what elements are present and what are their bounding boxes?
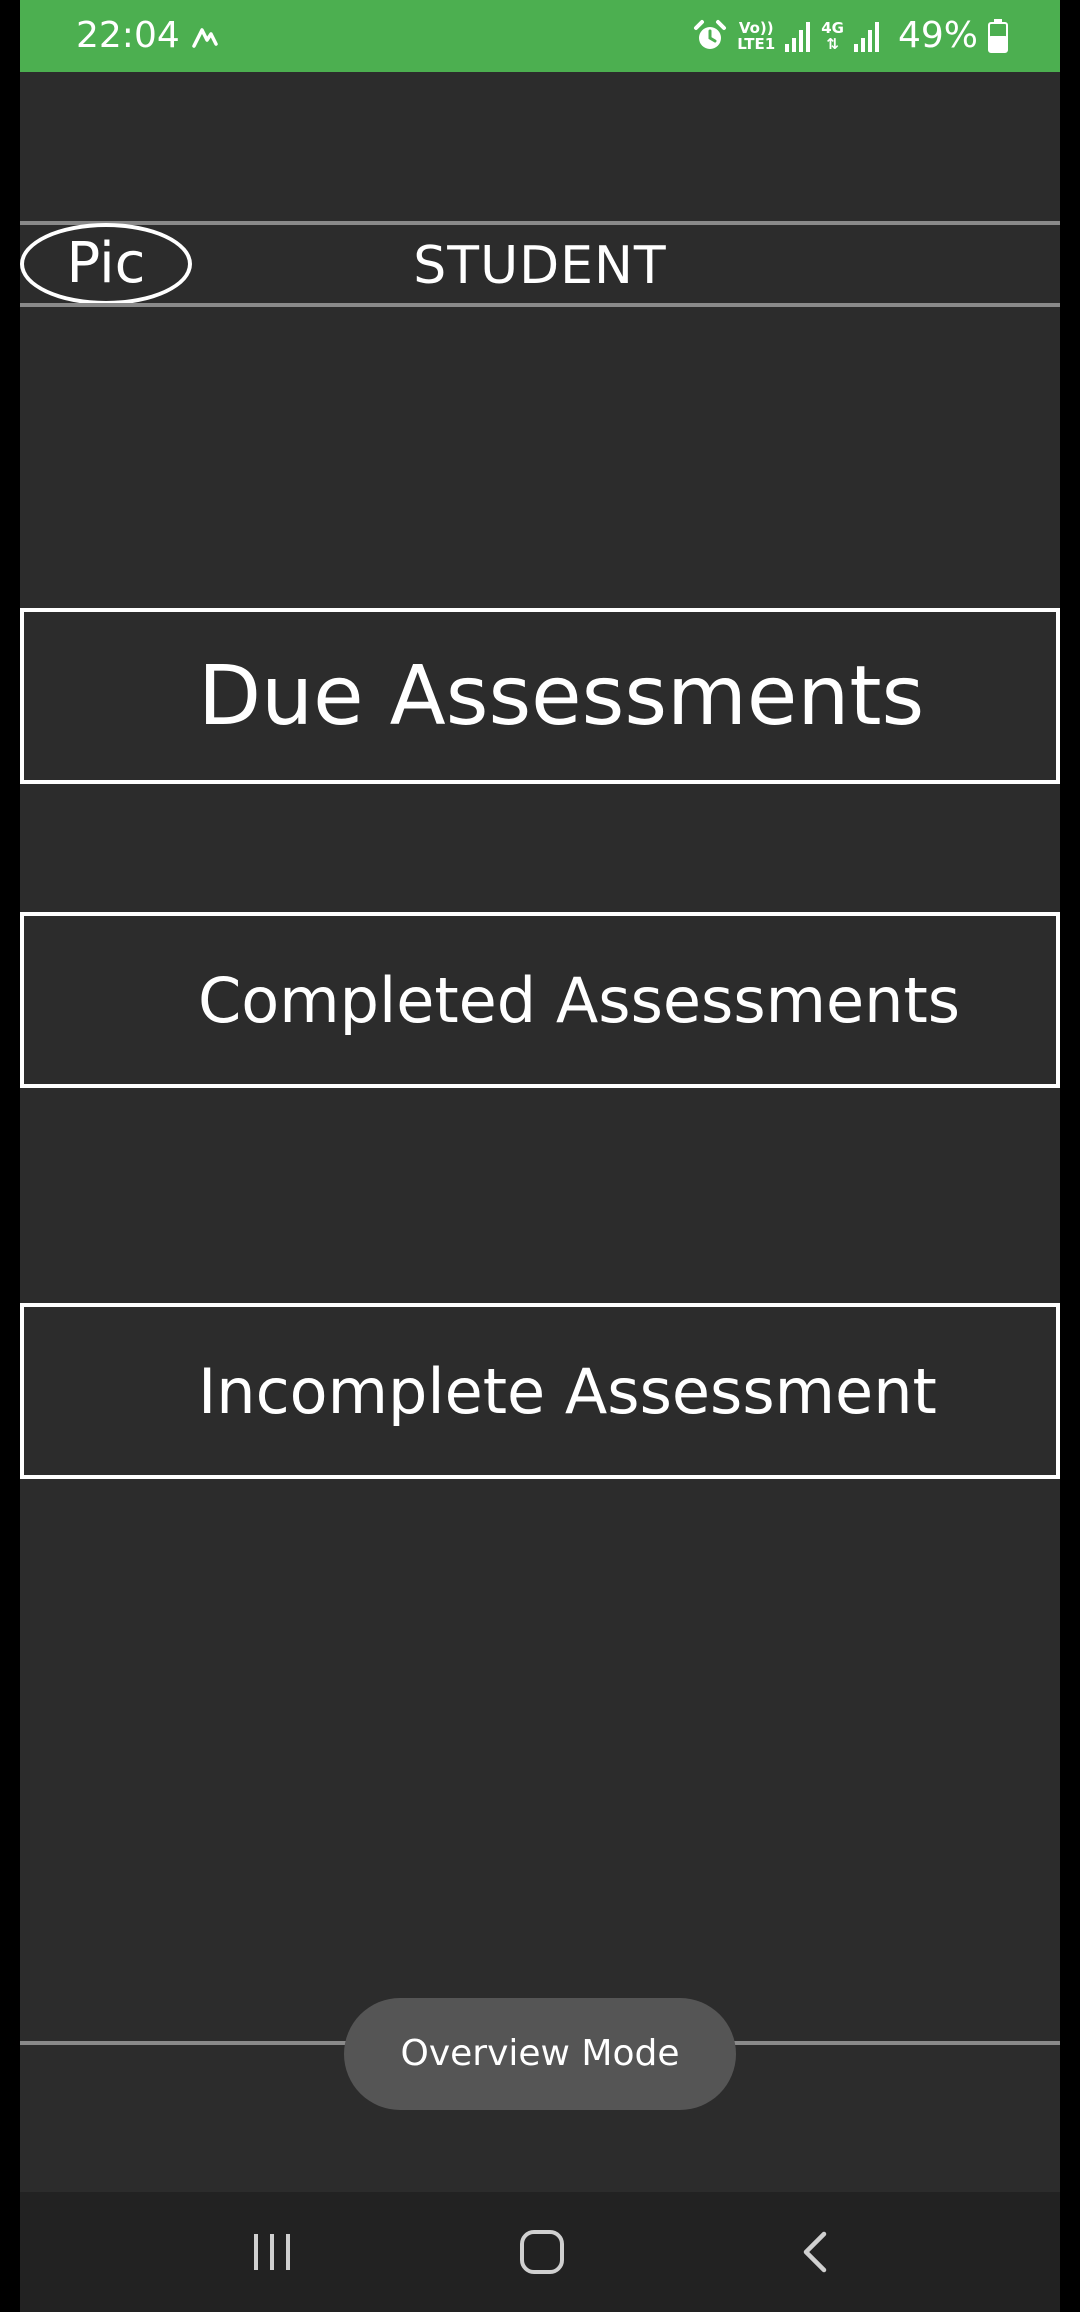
status-icons: Vo)) LTE1 4G ⇅ 49% xyxy=(693,12,1008,60)
network-label-2: 4G ⇅ xyxy=(821,19,844,53)
signal-icon xyxy=(785,22,811,52)
home-button[interactable] xyxy=(462,2192,622,2312)
notification-icon xyxy=(192,28,218,48)
back-icon xyxy=(803,2231,827,2273)
avatar[interactable]: Pic xyxy=(20,223,192,305)
battery-percent: 49% xyxy=(897,15,978,56)
home-icon xyxy=(520,2230,564,2274)
completed-assessments-button[interactable]: Completed Assessments xyxy=(20,912,1060,1088)
completed-assessments-label: Completed Assessments xyxy=(198,963,961,1037)
battery-icon xyxy=(988,19,1008,53)
recents-button[interactable] xyxy=(192,2192,352,2312)
header-divider-top xyxy=(20,221,1060,225)
network-label-1: Vo)) LTE1 xyxy=(737,19,776,53)
alarm-icon xyxy=(694,20,727,49)
due-assessments-label: Due Assessments xyxy=(198,648,925,744)
navigation-bar xyxy=(20,2192,1060,2312)
back-button[interactable] xyxy=(734,2192,894,2312)
signal-icon xyxy=(853,22,879,52)
incomplete-assessment-label: Incomplete Assessment xyxy=(198,1354,937,1428)
status-bar: 22:04 Vo)) LTE1 4G ⇅ 49% xyxy=(20,0,1060,72)
incomplete-assessment-button[interactable]: Incomplete Assessment xyxy=(20,1303,1060,1479)
header-divider-bottom xyxy=(20,303,1060,307)
status-time: 22:04 xyxy=(76,15,180,56)
toast-message: Overview Mode xyxy=(344,1998,736,2110)
app-screen: 22:04 Vo)) LTE1 4G ⇅ 49% STUDENT Pic Due… xyxy=(20,0,1060,2312)
recents-icon xyxy=(254,2234,290,2270)
due-assessments-button[interactable]: Due Assessments xyxy=(20,608,1060,784)
